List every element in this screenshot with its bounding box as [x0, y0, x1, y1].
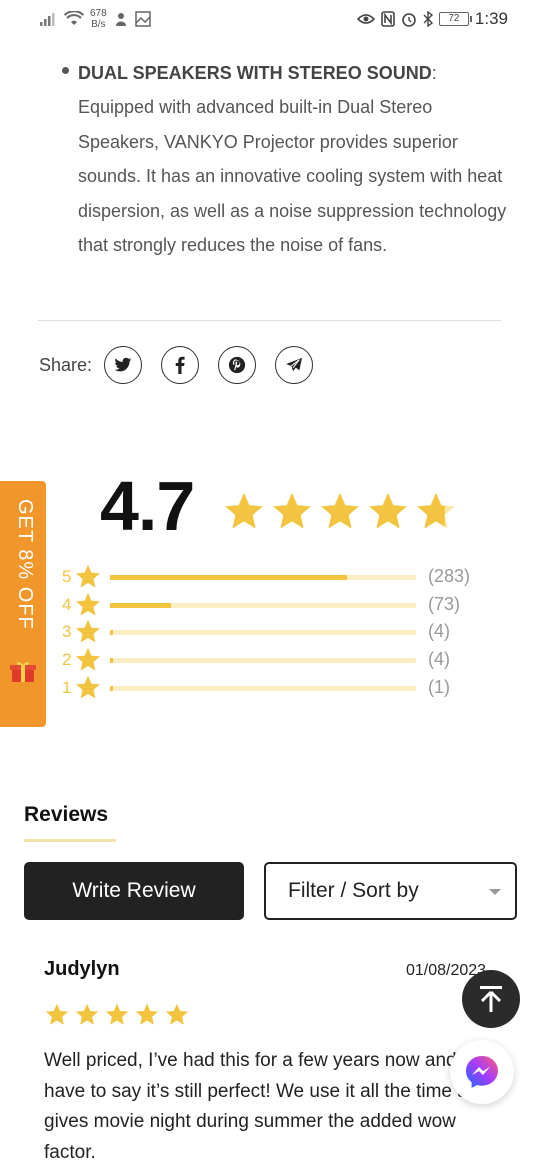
bluetooth-icon [423, 11, 433, 27]
filter-sort-label: Filter / Sort by [288, 879, 419, 902]
twitter-icon [114, 357, 132, 372]
average-rating: 4.7 [100, 467, 195, 545]
star-icon [75, 592, 101, 616]
rating-star-icon [225, 492, 263, 529]
rating-distribution: 5 (283) 4 (73) 3 (4) 2 (4) 1 (1) [62, 563, 492, 701]
rating-bar-track [110, 630, 416, 636]
filter-sort-select[interactable]: Filter / Sort by [264, 862, 517, 920]
net-speed-value: 678 [90, 8, 107, 19]
rating-bar-track [110, 685, 416, 691]
rating-bar-fill [110, 602, 172, 608]
rating-bar-count: (4) [428, 649, 450, 670]
rating-bar-row[interactable]: 1 (1) [62, 674, 492, 702]
bullet-point [62, 67, 69, 74]
rating-bar-row[interactable]: 5 (283) [62, 563, 492, 591]
facebook-icon [175, 356, 185, 374]
description-body: Equipped with advanced built-in Dual Ste… [78, 97, 507, 256]
rating-star-icon [417, 492, 455, 529]
image-icon [134, 11, 151, 27]
review-text: Well priced, I’ve had this for a few yea… [44, 1050, 489, 1163]
star-icon [75, 647, 101, 671]
rating-bar-count: (73) [428, 593, 461, 614]
messenger-chat-button[interactable] [450, 1040, 514, 1104]
description-title: DUAL SPEAKERS WITH STEREO SOUND [78, 63, 432, 83]
status-right: 72 1:39 [356, 9, 508, 29]
rating-bar-track [110, 658, 416, 664]
net-speed-unit: B/s [91, 19, 106, 30]
battery-indicator: 72 [438, 12, 472, 26]
divider [38, 320, 501, 321]
rating-star-icon [321, 492, 359, 529]
rating-bar-fill [110, 575, 348, 580]
messenger-icon [466, 1056, 498, 1088]
arrow-up-icon [480, 986, 502, 1012]
rating-bar-row[interactable]: 3 (4) [62, 618, 492, 646]
rating-bar-count: (1) [428, 676, 450, 697]
share-pinterest-button[interactable] [218, 346, 257, 384]
share-label: Share: [39, 354, 93, 375]
status-bar: 678 B/s 72 1:39 [0, 0, 540, 38]
caret-down-icon [489, 889, 501, 895]
rating-bar-row[interactable]: 4 (73) [62, 591, 492, 619]
star-icon [75, 564, 101, 588]
share-facebook-button[interactable] [161, 346, 200, 384]
status-left: 678 B/s [40, 8, 151, 30]
star-icon [75, 675, 101, 699]
rating-star-icon [273, 492, 311, 529]
write-review-button[interactable]: Write Review [24, 862, 244, 920]
wifi-icon [64, 11, 84, 25]
telegram-icon [286, 357, 303, 372]
reviews-heading-underline [24, 839, 116, 842]
review-item: Judylyn 01/08/2023 Well priced, I’ve had… [44, 958, 504, 1163]
rating-bar-track [110, 602, 416, 608]
alarm-icon [402, 13, 416, 27]
rating-bar-fill [110, 658, 114, 664]
rating-bar-fill [110, 685, 114, 691]
rating-bar-fill [110, 630, 114, 636]
review-star-icon [135, 1003, 159, 1025]
rating-bar-count: (283) [428, 566, 471, 586]
share-telegram-button[interactable] [275, 346, 314, 384]
eye-icon [356, 14, 375, 24]
scroll-to-top-button[interactable] [462, 970, 520, 1028]
notification-app-icon [115, 13, 126, 26]
pinterest-icon [228, 356, 246, 374]
reviews-heading: Reviews [24, 803, 109, 826]
rating-bar-count: (4) [428, 621, 450, 642]
rating-bar-track [110, 575, 416, 580]
review-star-icon [45, 1003, 69, 1025]
net-speed: 678 B/s [90, 8, 107, 30]
star-icon [75, 619, 101, 643]
description-title-colon: : [431, 63, 437, 83]
nfc-icon [381, 11, 395, 27]
discount-label: GET 8% OFF [14, 499, 36, 630]
review-star-icon [75, 1003, 99, 1025]
average-rating-stars [222, 490, 458, 534]
review-stars [44, 1002, 190, 1028]
product-description: DUAL SPEAKERS WITH STEREO SOUND: Equippe… [78, 56, 508, 262]
rating-star-icon [369, 492, 407, 529]
share-bar: Share: [39, 346, 332, 384]
gift-icon [10, 661, 36, 682]
status-time: 1:39 [474, 9, 508, 28]
rating-bar-row[interactable]: 2 (4) [62, 646, 492, 674]
review-star-icon [105, 1003, 129, 1025]
signal-icon [40, 13, 55, 26]
share-twitter-button[interactable] [104, 346, 143, 384]
review-star-icon [165, 1003, 189, 1025]
discount-side-tab[interactable]: GET 8% OFF [0, 481, 46, 727]
